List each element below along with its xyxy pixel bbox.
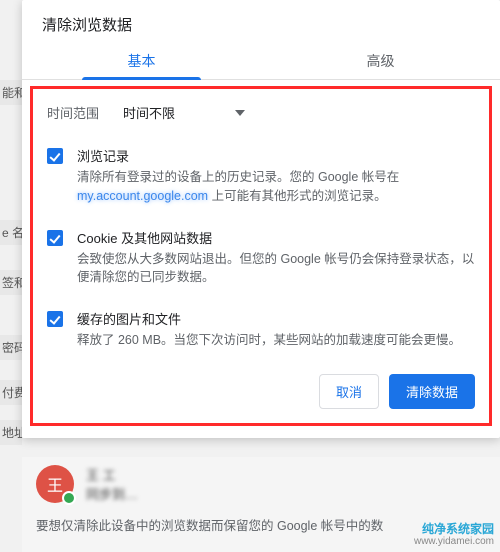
option-title: 缓存的图片和文件 bbox=[77, 309, 475, 328]
option-cache: 缓存的图片和文件 释放了 260 MB。当您下次访问时，某些网站的加载速度可能会… bbox=[47, 301, 475, 364]
option-desc: 清除所有登录过的设备上的历史记录。您的 Google 帐号在 my.accoun… bbox=[77, 168, 475, 206]
chevron-down-icon bbox=[235, 110, 245, 116]
time-range-select[interactable]: 时间不限 bbox=[117, 101, 251, 124]
cancel-button[interactable]: 取消 bbox=[319, 374, 379, 409]
bg-sidebar-hint: 签和 bbox=[0, 270, 22, 295]
profile-row: 王 王 工 同步到… bbox=[36, 465, 486, 509]
profile-name: 王 工 bbox=[86, 465, 138, 484]
time-range-value: 时间不限 bbox=[123, 103, 175, 122]
avatar: 王 bbox=[36, 465, 74, 503]
bg-sidebar-hint: 地址 bbox=[0, 420, 22, 445]
watermark: 纯净系统家园 www.yidamei.com bbox=[414, 522, 494, 548]
option-desc: 释放了 260 MB。当您下次访问时，某些网站的加载速度可能会更慢。 bbox=[77, 331, 475, 350]
bg-sidebar-hint: 密码 bbox=[0, 335, 22, 360]
option-desc: 会致使您从大多数网站退出。但您的 Google 帐号仍会保持登录状态，以便清除您… bbox=[77, 250, 475, 288]
dialog-buttons: 取消 清除数据 bbox=[47, 364, 475, 409]
option-title: 浏览记录 bbox=[77, 146, 475, 165]
checkbox-browsing-history[interactable] bbox=[47, 148, 63, 164]
option-cookies: Cookie 及其他网站数据 会致使您从大多数网站退出。但您的 Google 帐… bbox=[47, 220, 475, 302]
bg-sidebar-hint: 付费 bbox=[0, 380, 22, 405]
account-link[interactable]: my.account.google.com bbox=[77, 189, 208, 203]
time-range-row: 时间范围 时间不限 bbox=[47, 99, 475, 138]
highlight-annotation: 时间范围 时间不限 浏览记录 清除所有登录过的设备上的历史记录。您的 Googl… bbox=[30, 86, 492, 426]
tab-basic[interactable]: 基本 bbox=[22, 41, 261, 79]
clear-data-button[interactable]: 清除数据 bbox=[389, 374, 475, 409]
clear-browsing-data-dialog: 清除浏览数据 基本 高级 时间范围 时间不限 浏览记录 清除所有登录过的设备上的… bbox=[22, 0, 500, 438]
dialog-title: 清除浏览数据 bbox=[22, 0, 500, 41]
bg-sidebar-hint: 能和 bbox=[0, 80, 22, 105]
bg-sidebar-hint: e 名 bbox=[0, 220, 22, 245]
profile-sync: 同步到… bbox=[86, 484, 138, 503]
tab-advanced[interactable]: 高级 bbox=[261, 41, 500, 79]
time-range-label: 时间范围 bbox=[47, 103, 99, 122]
watermark-title: 纯净系统家园 bbox=[414, 522, 494, 536]
sync-badge-icon bbox=[62, 491, 76, 505]
watermark-url: www.yidamei.com bbox=[414, 536, 494, 548]
option-browsing-history: 浏览记录 清除所有登录过的设备上的历史记录。您的 Google 帐号在 my.a… bbox=[47, 138, 475, 220]
checkbox-cache[interactable] bbox=[47, 311, 63, 327]
option-title: Cookie 及其他网站数据 bbox=[77, 228, 475, 247]
tabs: 基本 高级 bbox=[22, 41, 500, 80]
checkbox-cookies[interactable] bbox=[47, 230, 63, 246]
